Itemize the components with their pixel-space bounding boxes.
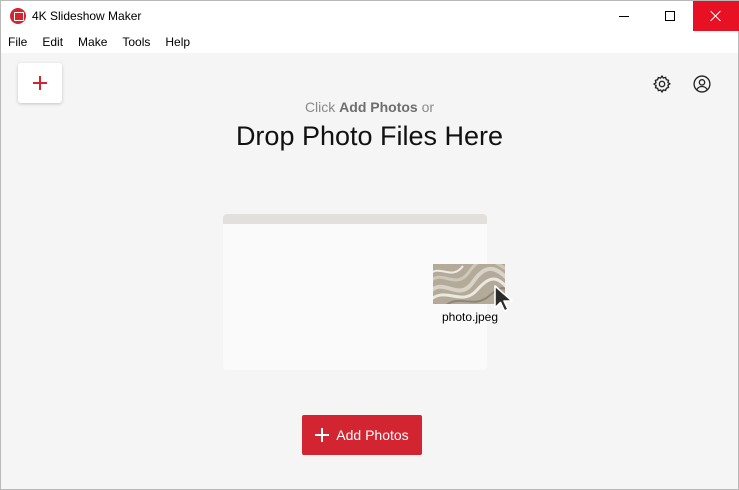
minimize-button[interactable] [601, 1, 647, 31]
photo-file-name: photo.jpeg [441, 310, 499, 324]
window-title: 4K Slideshow Maker [32, 9, 142, 23]
close-button[interactable] [693, 1, 739, 31]
hint-suffix: or [421, 99, 435, 115]
page-title: Drop Photo Files Here [235, 121, 504, 151]
gear-icon[interactable] [652, 74, 672, 94]
plus-icon [315, 428, 330, 442]
menu-bar: File Edit Make Tools Help [1, 31, 738, 53]
hint-prefix: Click [304, 99, 336, 115]
drop-hint: Click Add Photos or [1, 99, 738, 115]
app-window: 4K Slideshow Maker File Edit Make Tools … [0, 0, 739, 490]
add-photos-button[interactable]: Add Photos [302, 415, 422, 455]
menu-file[interactable]: File [8, 35, 27, 49]
title-bar[interactable]: 4K Slideshow Maker [1, 1, 739, 31]
menu-help[interactable]: Help [165, 35, 190, 49]
add-photos-button-label: Add Photos [336, 427, 409, 443]
add-photos-tile-button[interactable] [18, 63, 62, 103]
drop-zone-header-bar [223, 214, 487, 224]
hint-add-photos-link: Add Photos [339, 99, 418, 115]
close-icon [710, 10, 722, 22]
menu-make[interactable]: Make [78, 35, 107, 49]
menu-edit[interactable]: Edit [42, 35, 63, 49]
plus-icon [33, 76, 47, 90]
minimize-icon [619, 15, 629, 17]
menu-tools[interactable]: Tools [122, 35, 150, 49]
app-logo-icon [10, 8, 26, 24]
maximize-icon [665, 11, 675, 21]
maximize-button[interactable] [647, 1, 693, 31]
account-icon[interactable] [692, 74, 712, 94]
